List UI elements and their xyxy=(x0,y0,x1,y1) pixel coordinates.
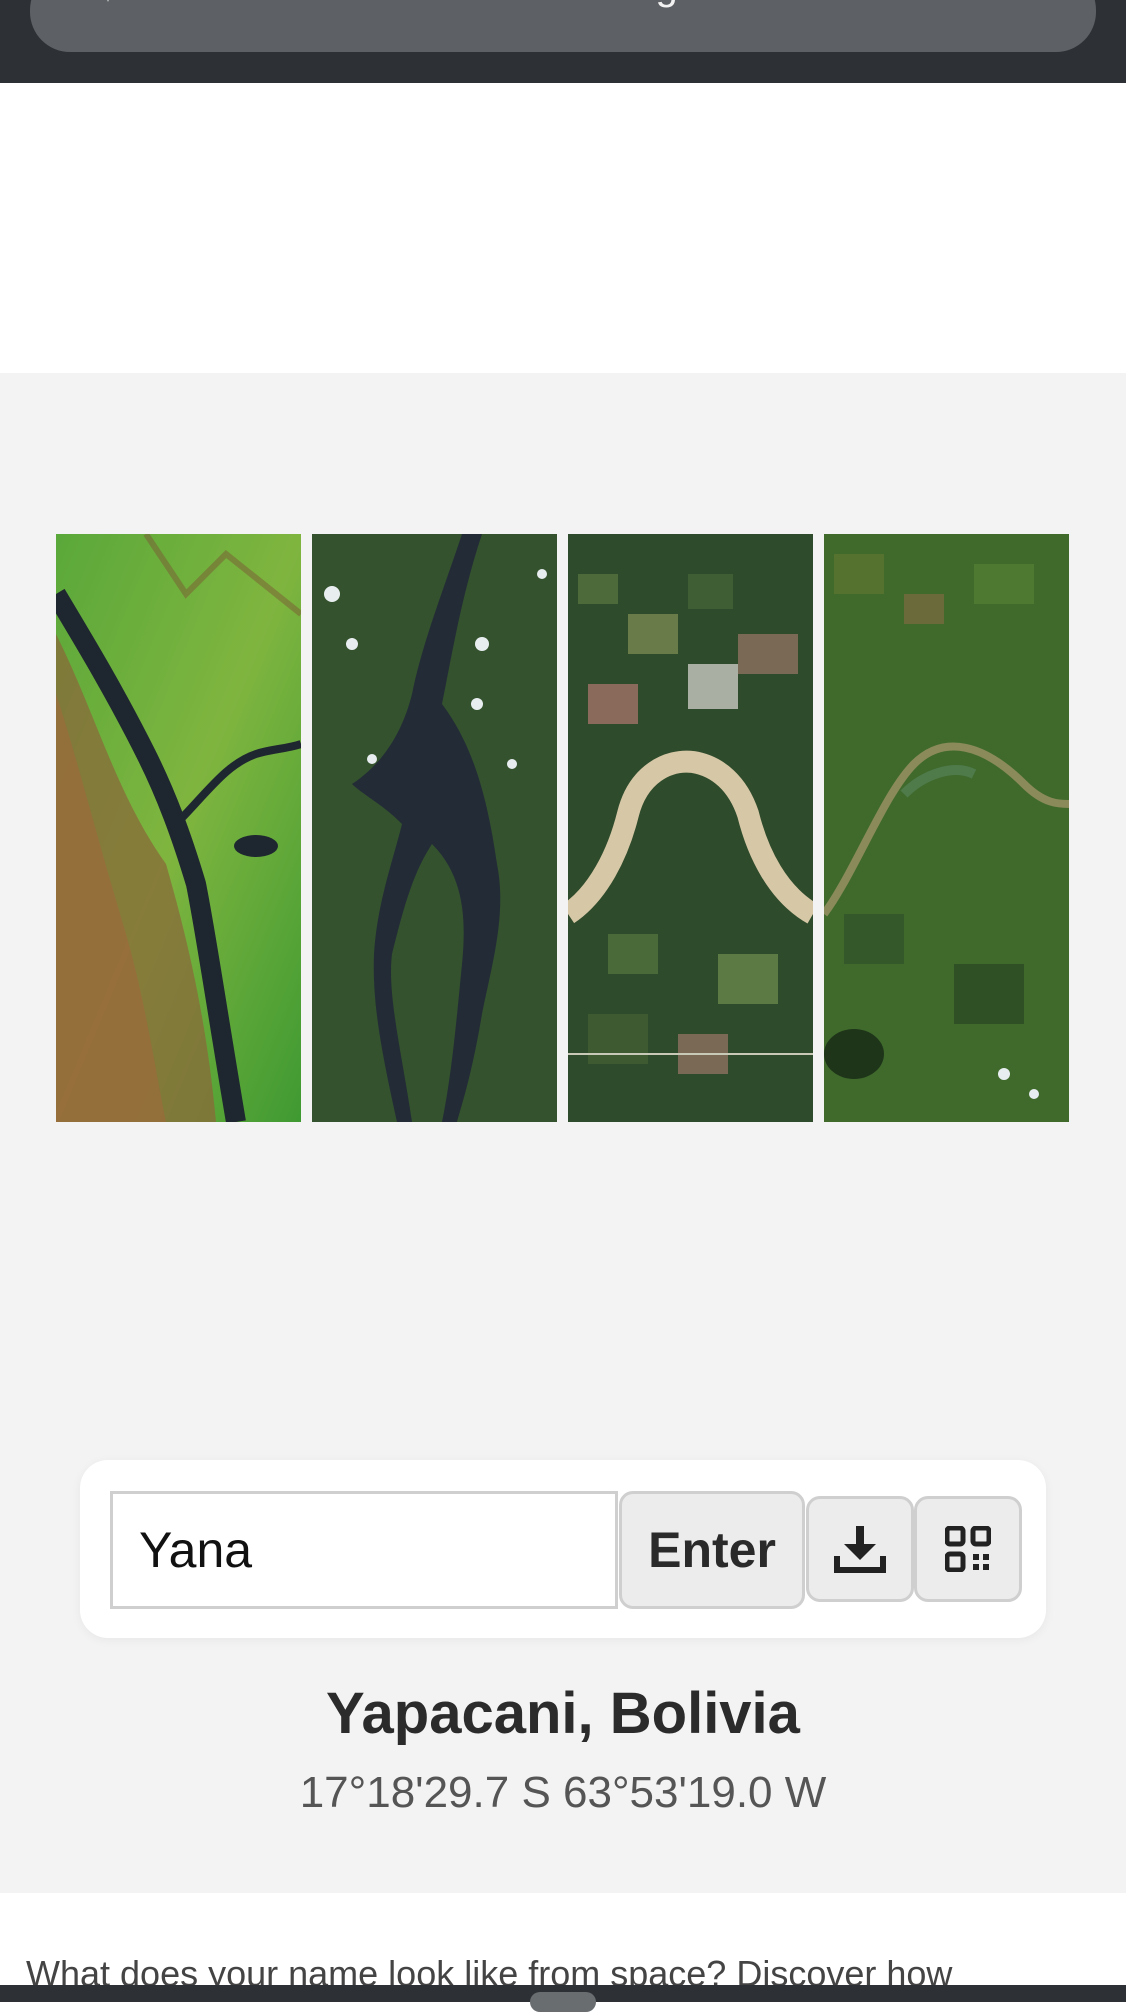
qr-code-icon xyxy=(945,1526,991,1572)
qr-code-button[interactable] xyxy=(914,1496,1022,1602)
page-header-space xyxy=(0,83,1126,373)
letter-strip-n xyxy=(568,534,813,1122)
satellite-image-2 xyxy=(312,534,557,1122)
satellite-image-3 xyxy=(568,534,813,1122)
satellite-image-4 xyxy=(824,534,1069,1122)
name-input[interactable] xyxy=(110,1491,618,1609)
satellite-image-1 xyxy=(56,534,301,1122)
download-button[interactable] xyxy=(806,1496,914,1602)
letter-strip-a-2 xyxy=(824,534,1069,1122)
address-bar[interactable]: science.nasa.gov xyxy=(30,0,1096,52)
location-coordinates: 17°18'29.7 S 63°53'19.0 W xyxy=(299,1768,827,1817)
download-icon xyxy=(834,1526,886,1573)
letter-strip-a xyxy=(312,534,557,1122)
browser-toolbar: science.nasa.gov xyxy=(0,0,1126,83)
url-text[interactable]: science.nasa.gov xyxy=(30,0,1096,9)
letter-strip-y xyxy=(56,534,301,1122)
enter-button[interactable]: Enter xyxy=(619,1491,805,1609)
location-name: Yapacani, Bolivia xyxy=(326,1681,800,1746)
home-indicator[interactable] xyxy=(530,1992,596,2012)
